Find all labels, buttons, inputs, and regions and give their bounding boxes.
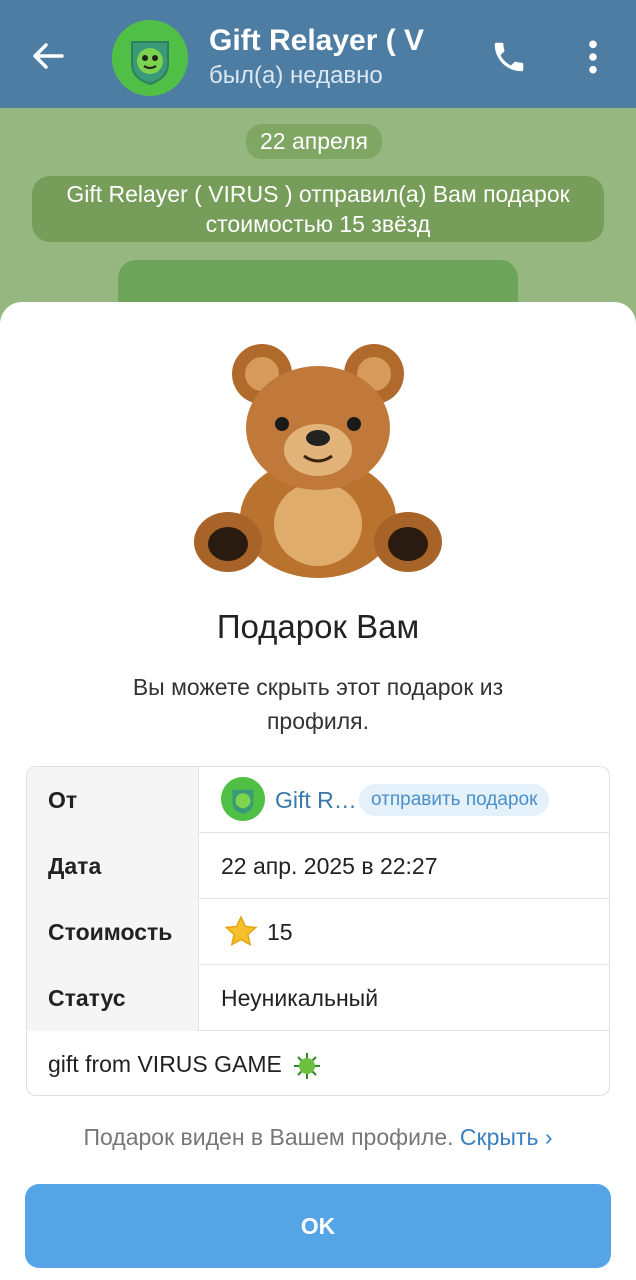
gift-info-table: От Gift R… отправить подарок Дата 22 апр… <box>26 766 610 1096</box>
table-row-cost: Стоимость 15 <box>27 899 609 965</box>
virus-icon <box>112 20 188 96</box>
gift-note: gift from VIRUS GAME <box>48 1031 322 1095</box>
status-value: Неуникальный <box>221 985 379 1011</box>
sheet-description: Вы можете скрыть этот подарок из профиля… <box>132 674 504 734</box>
sheet-title: Подарок Вам <box>216 608 420 645</box>
sender-avatar[interactable] <box>221 777 265 821</box>
service-message-line: стоимостью 15 звёзд <box>205 211 431 237</box>
date-value: 22 апр. 2025 в 22:27 <box>221 853 438 879</box>
chat-title[interactable]: Gift Relayer ( V <box>209 24 459 58</box>
service-message-line: Gift Relayer ( VIRUS ) отправил(а) Вам п… <box>66 181 570 207</box>
hide-link[interactable]: Скрыть <box>460 1124 539 1150</box>
row-label: Дата <box>27 833 199 899</box>
teddy-bear-icon <box>194 344 442 578</box>
gift-note-text: gift from VIRUS GAME <box>48 1051 282 1077</box>
send-gift-button[interactable]: отправить подарок <box>359 784 550 816</box>
chevron-right-icon: › <box>538 1124 553 1150</box>
chat-area: 22 апреля Gift Relayer ( VIRUS ) отправи… <box>0 108 636 328</box>
more-vert-icon[interactable] <box>578 38 608 76</box>
chat-header: Gift Relayer ( V был(а) недавно <box>0 0 636 108</box>
row-label: Стоимость <box>27 899 199 965</box>
date-separator: 22 апреля <box>246 124 382 159</box>
gift-sheet: Подарок Вам Вы можете скрыть этот подаро… <box>0 302 636 1280</box>
chat-status: был(а) недавно <box>209 62 383 89</box>
table-row-status: Статус Неуникальный <box>27 965 609 1031</box>
ok-button[interactable]: OK <box>25 1184 611 1268</box>
table-row-date: Дата 22 апр. 2025 в 22:27 <box>27 833 609 899</box>
sender-name[interactable]: Gift R… <box>275 767 357 833</box>
visibility-text: Подарок виден в Вашем профиле. <box>83 1124 454 1150</box>
star-icon <box>224 915 258 947</box>
phone-icon[interactable] <box>490 38 528 76</box>
virus-icon <box>294 1052 321 1079</box>
cost-value: 15 <box>267 919 293 945</box>
table-row-from: От Gift R… отправить подарок <box>27 767 609 833</box>
service-message: Gift Relayer ( VIRUS ) отправил(а) Вам п… <box>32 176 604 242</box>
avatar[interactable] <box>112 20 188 96</box>
visibility-note: Подарок виден в Вашем профиле. Скрыть › <box>0 1124 636 1151</box>
row-label: Статус <box>27 965 199 1031</box>
row-label: От <box>27 767 199 833</box>
back-arrow-icon[interactable] <box>28 36 68 76</box>
virus-icon <box>221 777 265 821</box>
